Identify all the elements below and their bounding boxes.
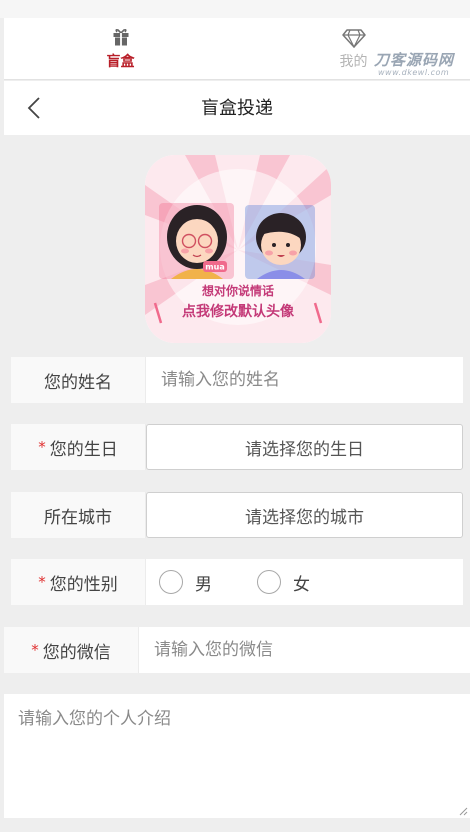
gender-option-male[interactable]: 男 <box>159 570 212 595</box>
couple-avatar-illustration: mua 想对你说情话 点我修改默认头像 <box>145 155 331 343</box>
nav-bar: 盲盒投递 <box>4 81 470 135</box>
gender-row: * 您的性别 男 女 <box>11 559 463 605</box>
watermark-url: www.dkewl.com <box>378 68 450 77</box>
wechat-input[interactable] <box>140 627 470 673</box>
diamond-icon <box>341 29 366 48</box>
gift-icon <box>113 28 128 46</box>
name-label: 您的姓名 <box>11 357 146 403</box>
watermark: 刀客源码网 <box>374 51 455 69</box>
caption-line2: 点我修改默认头像 <box>182 303 295 320</box>
name-input[interactable] <box>147 357 463 403</box>
gender-option-female[interactable]: 女 <box>257 570 310 595</box>
city-picker[interactable]: 请选择您的城市 <box>146 492 463 538</box>
city-row: 所在城市 请选择您的城市 <box>11 492 463 538</box>
radio-label: 男 <box>195 574 212 595</box>
radio-label: 女 <box>293 574 310 595</box>
wechat-label: * 您的微信 <box>4 627 139 673</box>
page-title: 盲盒投递 <box>201 98 273 119</box>
radio-button[interactable] <box>257 570 281 594</box>
caption-line1: 想对你说情话 <box>201 283 274 298</box>
status-strip <box>0 0 470 18</box>
birthday-picker[interactable]: 请选择您的生日 <box>146 424 463 470</box>
city-label: 所在城市 <box>11 492 146 538</box>
intro-textarea[interactable] <box>4 694 470 818</box>
gender-label: * 您的性别 <box>11 559 146 605</box>
birthday-row: * 您的生日 请选择您的生日 <box>11 424 463 470</box>
tab-blind-box[interactable]: 盲盒 <box>4 18 237 80</box>
birthday-label: * 您的生日 <box>11 424 146 470</box>
avatar-upload[interactable]: mua 想对你说情话 点我修改默认头像 <box>145 155 331 343</box>
wechat-row: * 您的微信 <box>4 627 470 673</box>
badge-text: mua <box>205 263 224 272</box>
radio-button[interactable] <box>159 570 183 594</box>
resize-grip-icon[interactable] <box>458 806 468 816</box>
tab-label: 盲盒 <box>106 54 135 70</box>
name-row: 您的姓名 <box>11 357 463 403</box>
